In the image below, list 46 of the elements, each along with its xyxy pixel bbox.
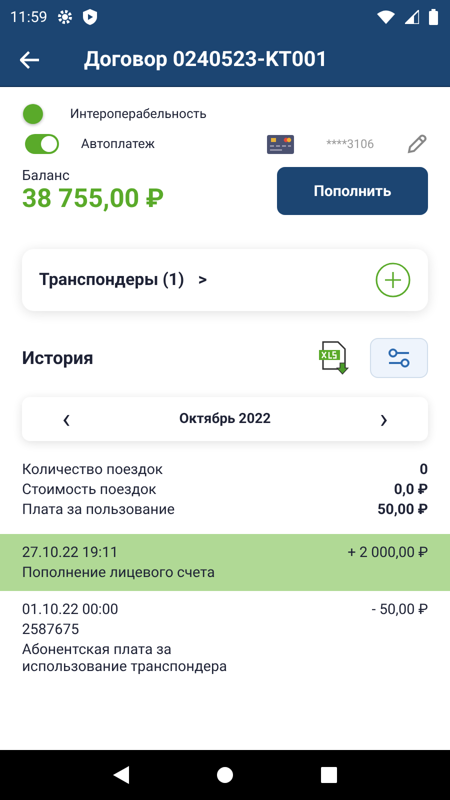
card-number: ****3106 <box>326 137 374 151</box>
toggle-switch[interactable] <box>25 134 59 154</box>
transaction-text: Абонентская плата за использование транспондера <box>22 641 228 675</box>
transaction-row[interactable]: 27.10.22 19:11 + 2 000,00 ₽ Пополнение лицевого счета <box>0 534 450 591</box>
transaction-amount: + 2 000,00 ₽ <box>348 544 428 561</box>
wifi-icon <box>377 10 395 24</box>
battery-icon <box>429 9 438 25</box>
summary-value: 0 <box>420 461 428 478</box>
settings-icon <box>57 9 74 25</box>
transponders-label: Транспондеры (1) <box>39 270 184 290</box>
month-label: Октябрь 2022 <box>179 411 271 427</box>
back-icon[interactable] <box>113 766 130 784</box>
pencil-icon[interactable] <box>406 133 428 155</box>
summary-label: Плата за пользование <box>22 501 175 518</box>
filter-button[interactable] <box>370 338 428 378</box>
summary-label: Стоимость поездок <box>22 481 156 498</box>
transaction-amount: - 50,00 ₽ <box>372 601 428 618</box>
transaction-date: 01.10.22 00:00 <box>22 601 118 618</box>
transaction-date: 27.10.22 19:11 <box>22 544 118 561</box>
chevron: > <box>198 270 207 290</box>
signal-icon <box>405 10 419 24</box>
status-time: 11:59 <box>10 8 48 26</box>
add-icon[interactable] <box>375 262 411 298</box>
option-label: Интероперабельность <box>70 106 207 122</box>
summary-value: 50,00 ₽ <box>377 501 428 518</box>
top-up-button[interactable]: Пополнить <box>277 167 428 215</box>
summary-label: Количество поездок <box>22 461 163 478</box>
transponders-card[interactable]: Транспондеры (1) > <box>22 249 428 311</box>
summary-value: 0,0 ₽ <box>394 481 428 498</box>
balance-amount: 38 755,00 ₽ <box>22 184 164 214</box>
shield-icon <box>83 9 98 25</box>
home-icon[interactable] <box>216 766 234 784</box>
status-dot[interactable] <box>23 104 43 124</box>
balance-label: Баланс <box>22 168 71 184</box>
next-month-button[interactable]: › <box>376 405 392 433</box>
sliders-icon <box>388 347 410 369</box>
option-label: Автоплатеж <box>81 136 155 152</box>
previous-month-button[interactable]: ‹ <box>58 405 74 433</box>
page-title: Договор 0240523-KT001 <box>84 48 328 72</box>
history-title: История <box>22 348 94 368</box>
recents-icon[interactable] <box>320 767 337 783</box>
transaction-text: 2587675 <box>22 621 80 638</box>
credit-card-icon <box>267 134 294 154</box>
back-arrow-icon[interactable] <box>20 51 40 69</box>
transaction-text: Пополнение лицевого счета <box>22 564 216 581</box>
spreadsheet-download-icon[interactable] <box>318 341 350 375</box>
